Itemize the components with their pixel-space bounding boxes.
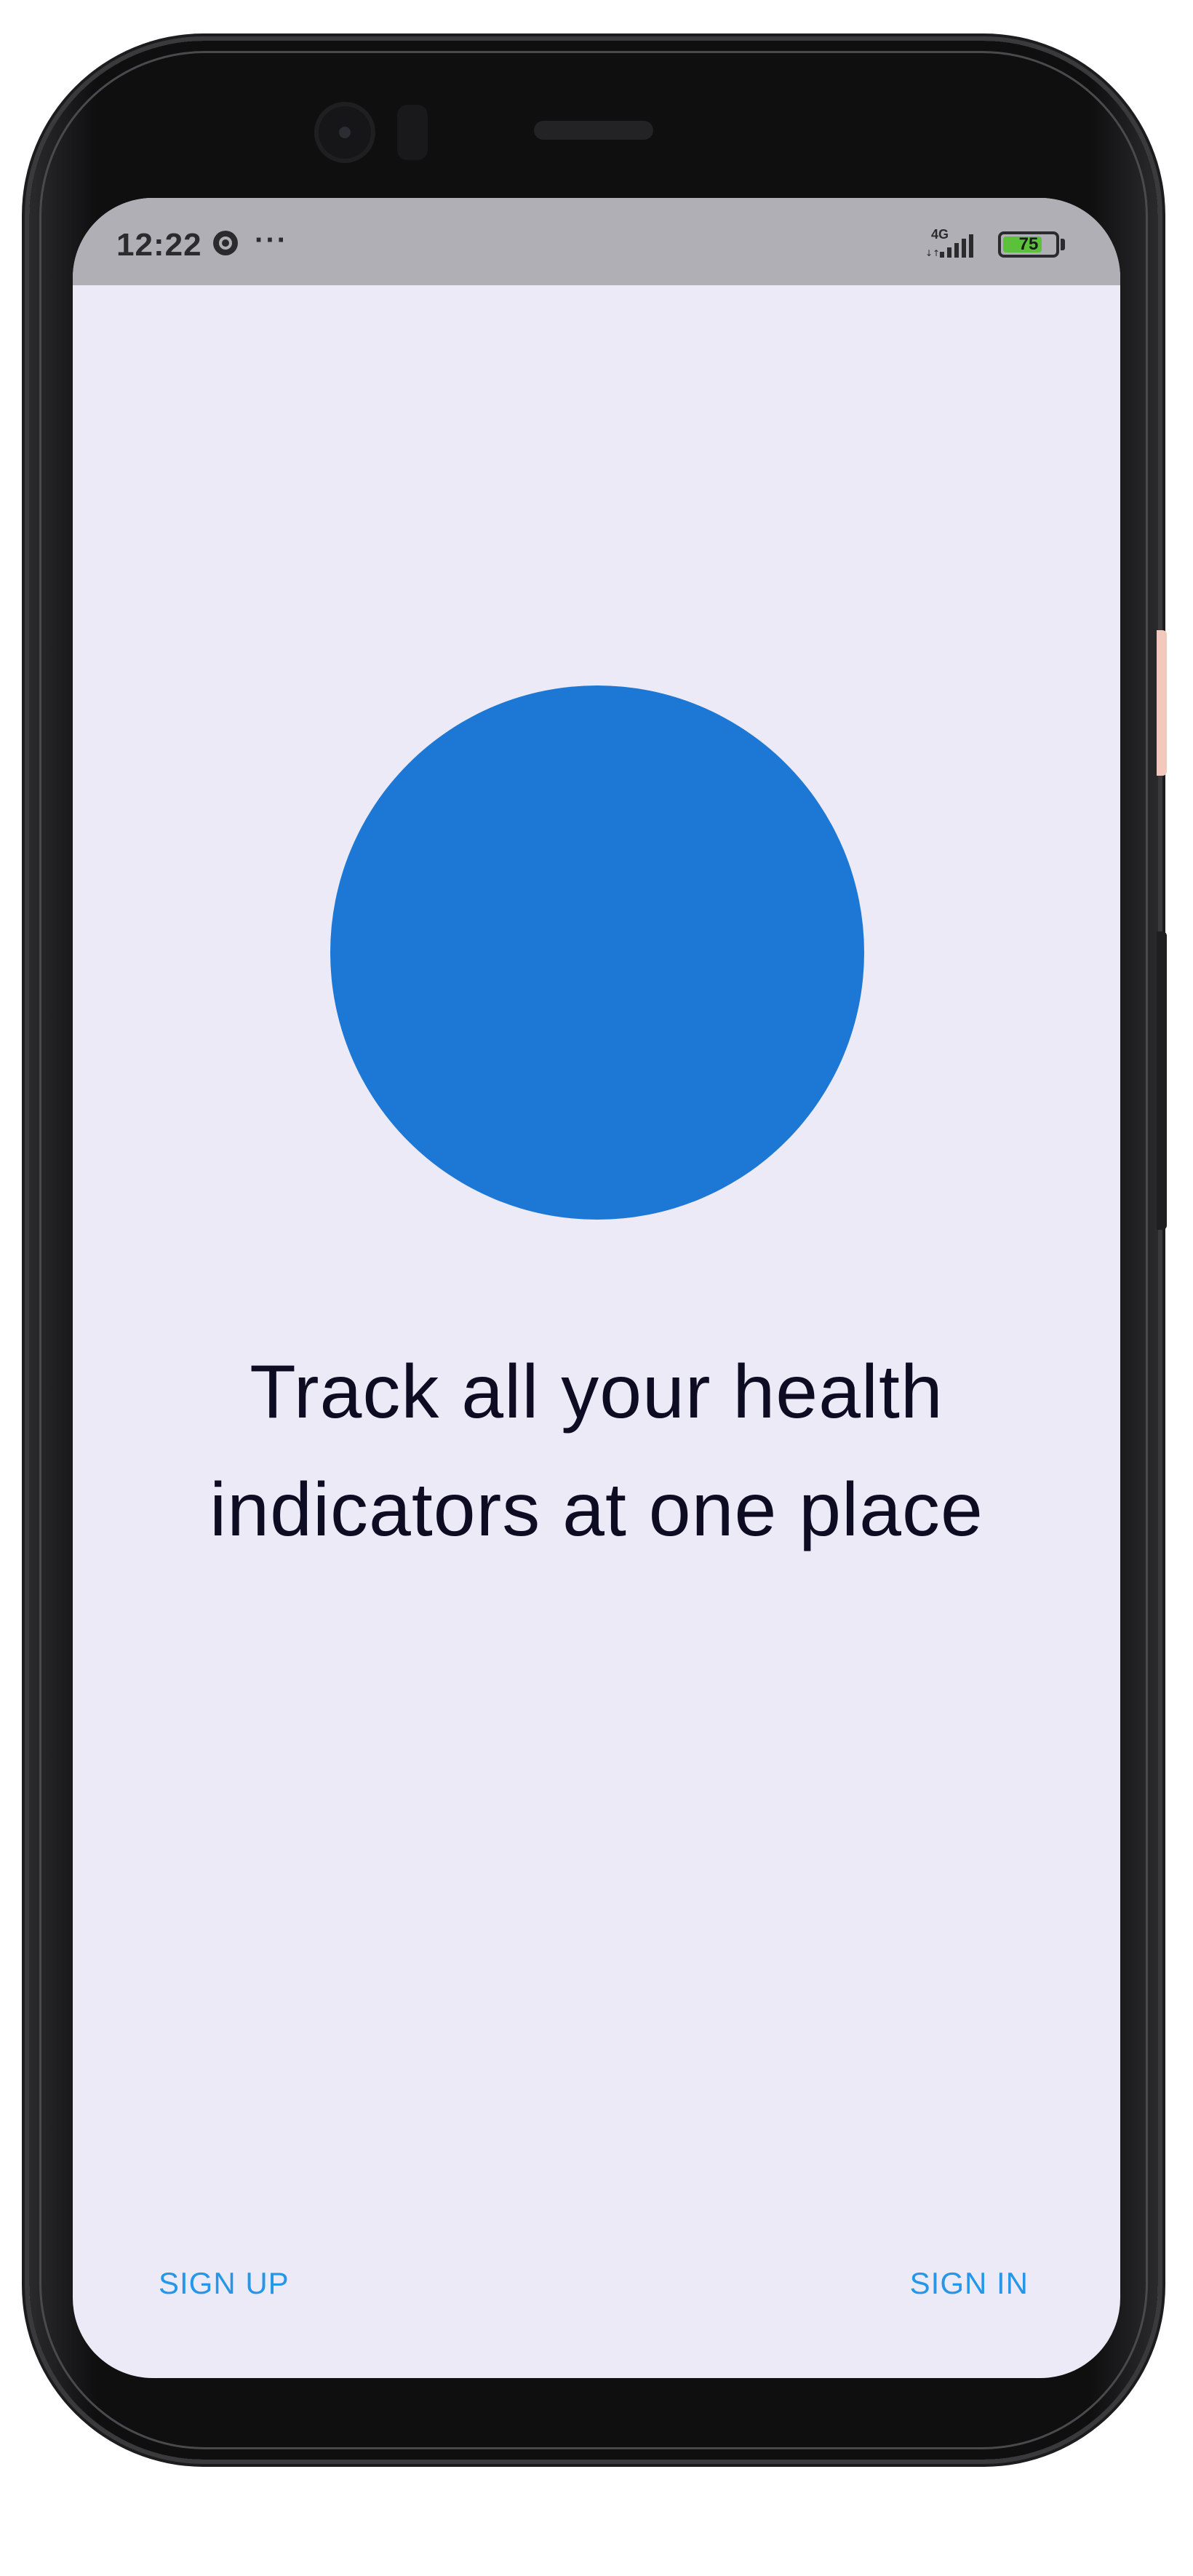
headline-line-2: indicators at one place <box>210 1468 983 1552</box>
volume-button <box>1157 630 1167 776</box>
sign-in-button[interactable]: SIGN IN <box>910 2266 1029 2301</box>
earpiece-speaker <box>534 121 653 140</box>
proximity-sensor <box>397 105 428 160</box>
battery-icon: 75 <box>998 231 1059 258</box>
power-button <box>1157 931 1167 1230</box>
battery-cap <box>1061 239 1065 250</box>
play-circle-icon <box>213 231 238 255</box>
svg-text:↓↑: ↓↑ <box>925 248 940 258</box>
status-time: 12:22 <box>116 227 202 263</box>
signal-bars-icon: ↓↑ <box>925 234 973 258</box>
app-screen: 12:22 ··· 4G ↓↑ 75 Track all your health… <box>73 198 1120 2378</box>
onboarding-headline: Track all your health indicators at one … <box>73 1333 1120 1569</box>
more-notifications-icon: ··· <box>255 224 288 256</box>
headline-line-1: Track all your health <box>250 1350 943 1434</box>
sign-up-button[interactable]: SIGN UP <box>159 2266 290 2301</box>
battery-level: 75 <box>1018 234 1039 254</box>
status-bar: 12:22 ··· 4G ↓↑ 75 <box>73 198 1120 285</box>
front-camera-icon <box>314 102 375 163</box>
hero-illustration <box>330 685 864 1220</box>
